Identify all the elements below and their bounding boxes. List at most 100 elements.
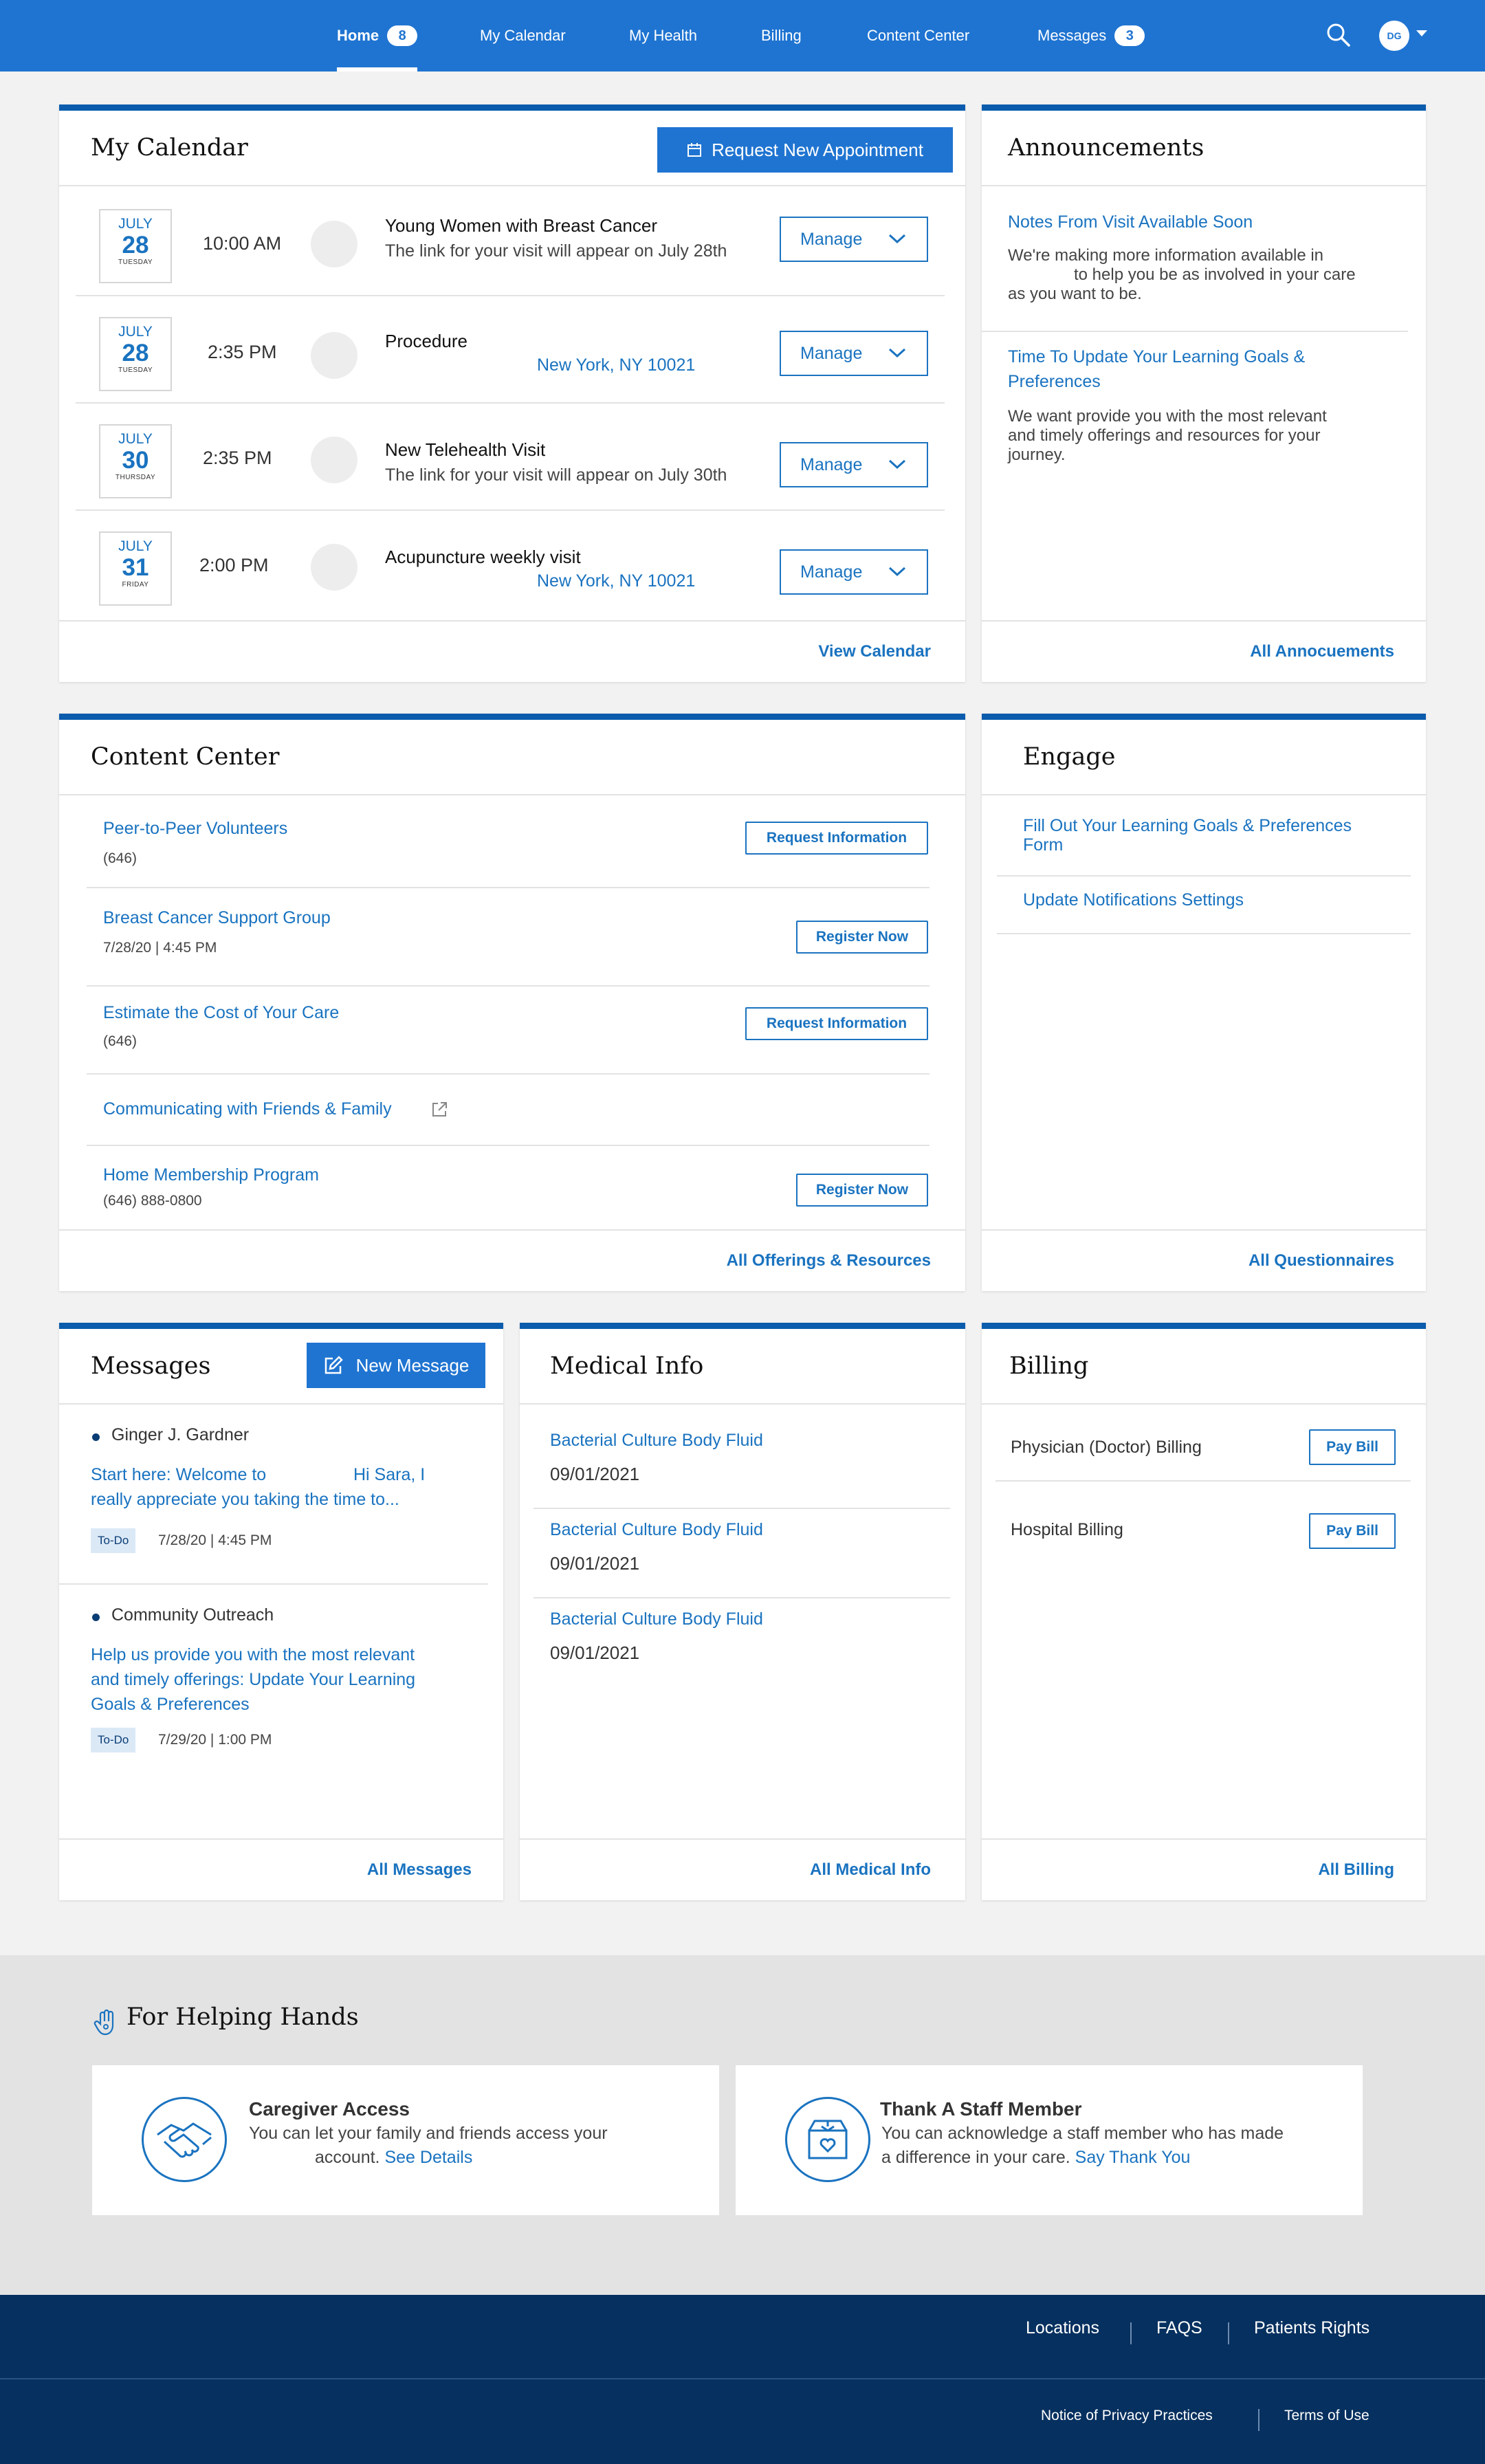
external-link-icon[interactable] bbox=[430, 1101, 448, 1119]
message-preview[interactable]: Help us provide you with the most releva… bbox=[91, 1642, 415, 1667]
message-sender: Ginger J. Gardner bbox=[111, 1425, 250, 1444]
date-month: JULY bbox=[118, 431, 153, 447]
all-medical-info-link[interactable]: All Medical Info bbox=[810, 1860, 931, 1880]
pay-bill-button[interactable]: Pay Bill bbox=[1309, 1429, 1396, 1465]
chevron-down-icon bbox=[888, 348, 906, 358]
card-title: Content Center bbox=[91, 743, 280, 771]
medical-record-date: 09/01/2021 bbox=[550, 1553, 640, 1574]
footer-divider bbox=[1130, 2322, 1132, 2344]
date-day: 28 bbox=[122, 232, 149, 258]
engage-link[interactable]: Form bbox=[1023, 835, 1063, 855]
engage-link[interactable]: Fill Out Your Learning Goals & Preferenc… bbox=[1023, 816, 1352, 835]
new-message-button[interactable]: New Message bbox=[307, 1343, 485, 1388]
engage-link[interactable]: Update Notifications Settings bbox=[1023, 888, 1244, 912]
nav-billing[interactable]: Billing bbox=[761, 0, 802, 72]
appointment-location[interactable]: New York, NY 10021 bbox=[537, 571, 695, 591]
card-title: Engage bbox=[1023, 743, 1116, 771]
manage-button[interactable]: Manage bbox=[780, 217, 928, 262]
appointment-time: 10:00 AM bbox=[203, 233, 282, 254]
nav-content-center[interactable]: Content Center bbox=[867, 0, 969, 72]
manage-button[interactable]: Manage bbox=[780, 549, 928, 595]
content-center-card-header: Content Center bbox=[59, 720, 965, 795]
view-calendar-link[interactable]: View Calendar bbox=[818, 642, 931, 661]
manage-button[interactable]: Manage bbox=[780, 442, 928, 487]
announcement-link[interactable]: Preferences bbox=[1008, 369, 1101, 394]
medical-record-link[interactable]: Bacterial Culture Body Fluid bbox=[550, 1431, 763, 1451]
footer-faqs-link[interactable]: FAQS bbox=[1156, 2318, 1202, 2338]
help-card-text-tail: account. bbox=[315, 2148, 380, 2167]
footer-divider bbox=[1258, 2409, 1260, 2431]
date-box: JULY 28 TUESDAY bbox=[99, 317, 172, 391]
date-weekday: FRIDAY bbox=[122, 581, 149, 588]
footer-locations-link[interactable]: Locations bbox=[1026, 2318, 1099, 2338]
manage-label: Manage bbox=[800, 343, 863, 363]
message-preview[interactable]: Goals & Preferences bbox=[91, 1692, 250, 1717]
date-month: JULY bbox=[118, 538, 153, 554]
appointment-title: New Telehealth Visit bbox=[385, 439, 546, 460]
all-questionnaires-link[interactable]: All Questionnaires bbox=[1248, 1251, 1394, 1270]
card-title: Medical Info bbox=[550, 1352, 704, 1380]
search-icon[interactable] bbox=[1326, 22, 1352, 48]
appointment-location[interactable]: New York, NY 10021 bbox=[537, 355, 695, 375]
all-offerings-link[interactable]: All Offerings & Resources bbox=[727, 1251, 931, 1270]
avatar[interactable]: DG bbox=[1379, 21, 1409, 51]
nav-my-health[interactable]: My Health bbox=[629, 0, 697, 72]
message-preview[interactable]: and timely offerings: Update Your Learni… bbox=[91, 1667, 415, 1692]
nav-messages[interactable]: Messages 3 bbox=[1037, 0, 1145, 72]
request-information-button[interactable]: Request Information bbox=[745, 1007, 928, 1040]
request-information-button[interactable]: Request Information bbox=[745, 822, 928, 855]
message-preview[interactable]: Start here: Welcome to bbox=[91, 1462, 266, 1487]
unread-dot bbox=[92, 1433, 100, 1441]
nav-my-calendar-label: My Calendar bbox=[480, 27, 566, 44]
footer-privacy-link[interactable]: Notice of Privacy Practices bbox=[1041, 2408, 1213, 2424]
helping-hands-title: For Helping Hands bbox=[126, 2003, 359, 2031]
message-preview[interactable]: Hi Sara, I bbox=[353, 1462, 425, 1487]
appointment-title: Young Women with Breast Cancer bbox=[385, 215, 657, 236]
date-month: JULY bbox=[118, 216, 153, 232]
medical-record-date: 09/01/2021 bbox=[550, 1464, 640, 1484]
content-subtext: (646) 888-0800 bbox=[103, 1193, 202, 1209]
nav-home[interactable]: Home 8 bbox=[337, 0, 418, 72]
manage-button[interactable]: Manage bbox=[780, 331, 928, 376]
home-count-badge: 8 bbox=[387, 25, 418, 46]
footer-terms-link[interactable]: Terms of Use bbox=[1284, 2408, 1370, 2424]
messages-count-badge: 3 bbox=[1114, 25, 1145, 46]
content-link[interactable]: Breast Cancer Support Group bbox=[103, 908, 331, 928]
calendar-card-header: My Calendar Request New Appointment bbox=[59, 111, 965, 186]
content-subtext: (646) bbox=[103, 850, 138, 866]
nav-my-calendar[interactable]: My Calendar bbox=[480, 0, 566, 72]
register-now-button[interactable]: Register Now bbox=[796, 1174, 928, 1207]
say-thank-you-link[interactable]: Say Thank You bbox=[1075, 2148, 1191, 2167]
medical-info-card-header: Medical Info bbox=[520, 1329, 965, 1405]
footer-patients-rights-link[interactable]: Patients Rights bbox=[1254, 2318, 1370, 2338]
announcement-link[interactable]: Time To Update Your Learning Goals & bbox=[1008, 344, 1305, 369]
message-preview[interactable]: really appreciate you taking the time to… bbox=[91, 1487, 399, 1512]
see-details-link[interactable]: See Details bbox=[384, 2148, 472, 2167]
all-announcements-link[interactable]: All Annocuements bbox=[1250, 642, 1394, 661]
medical-record-link[interactable]: Bacterial Culture Body Fluid bbox=[550, 1520, 763, 1540]
date-box: JULY 31 FRIDAY bbox=[99, 531, 172, 606]
content-link[interactable]: Communicating with Friends & Family bbox=[103, 1099, 392, 1119]
content-center-card: Content Center Peer-to-Peer Volunteers (… bbox=[59, 714, 965, 1291]
all-billing-link[interactable]: All Billing bbox=[1318, 1860, 1394, 1880]
announcement-text: and timely offerings and resources for y… bbox=[1008, 426, 1321, 445]
content-subtext: (646) bbox=[103, 1033, 138, 1049]
medical-record-link[interactable]: Bacterial Culture Body Fluid bbox=[550, 1609, 763, 1629]
content-link[interactable]: Home Membership Program bbox=[103, 1165, 319, 1185]
help-card-text: account. See Details bbox=[315, 2146, 472, 2170]
announcement-text: as you want to be. bbox=[1008, 285, 1142, 303]
pay-bill-button[interactable]: Pay Bill bbox=[1309, 1513, 1396, 1549]
messages-card-footer: All Messages bbox=[59, 1838, 503, 1900]
chevron-down-icon[interactable] bbox=[1416, 30, 1427, 36]
appointment-title: Procedure bbox=[385, 331, 468, 351]
request-appointment-button[interactable]: Request New Appointment bbox=[657, 127, 953, 173]
all-messages-link[interactable]: All Messages bbox=[367, 1860, 472, 1880]
footer-divider bbox=[1228, 2322, 1229, 2344]
register-now-button[interactable]: Register Now bbox=[796, 921, 928, 954]
announcement-link[interactable]: Notes From Visit Available Soon bbox=[1008, 210, 1253, 234]
content-link[interactable]: Estimate the Cost of Your Care bbox=[103, 1003, 339, 1023]
content-link[interactable]: Peer-to-Peer Volunteers bbox=[103, 819, 287, 839]
divider bbox=[87, 887, 930, 888]
manage-label: Manage bbox=[800, 562, 863, 582]
manage-label: Manage bbox=[800, 229, 863, 249]
